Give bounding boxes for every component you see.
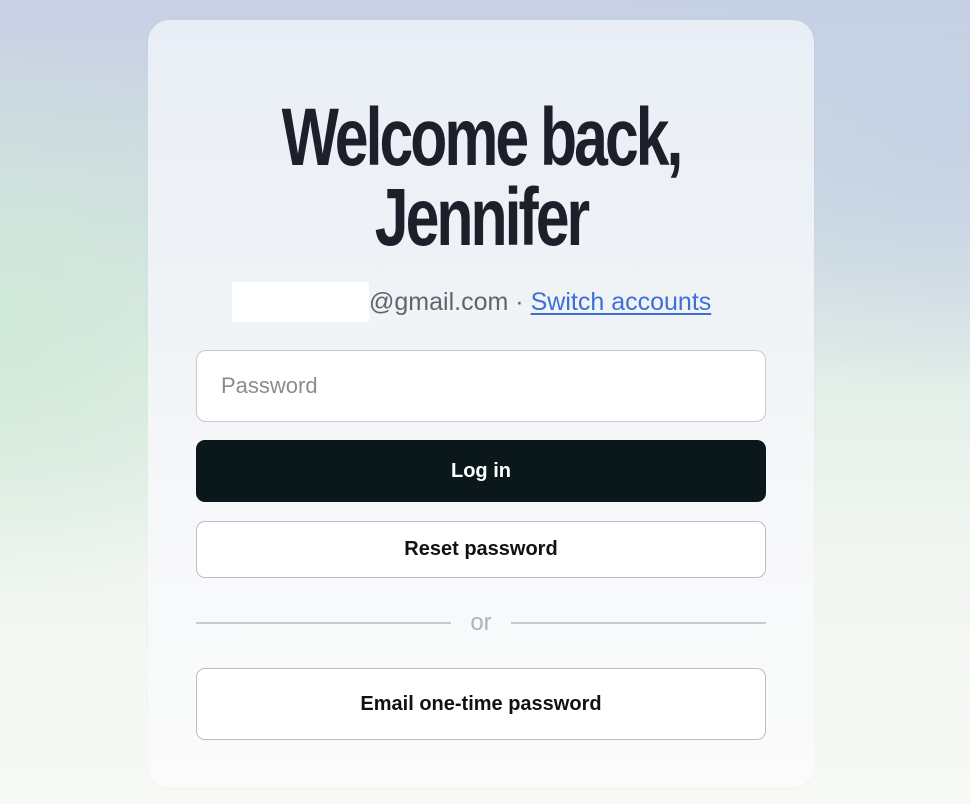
reset-password-button[interactable]: Reset password [196,521,766,578]
redacted-email-username [232,282,369,322]
welcome-heading-line-2: Jennifer [374,172,590,263]
account-row: @gmail.com · Switch accounts [232,282,711,322]
password-input[interactable] [196,350,766,422]
welcome-heading: Welcome back, Jennifer [235,92,728,263]
email-one-time-password-button[interactable]: Email one-time password [196,668,766,740]
divider-line-right [511,622,766,624]
switch-accounts-link[interactable]: Switch accounts [531,288,712,317]
login-card: Welcome back, Jennifer @gmail.com · Swit… [148,20,814,788]
divider-or-text: or [470,609,492,636]
divider-line-left [196,622,451,624]
or-divider: or [196,606,766,640]
separator-dot: · [515,287,524,316]
welcome-heading-line-1: Welcome back, [281,92,684,183]
email-domain: @gmail.com [369,287,509,316]
log-in-button[interactable]: Log in [196,440,766,502]
